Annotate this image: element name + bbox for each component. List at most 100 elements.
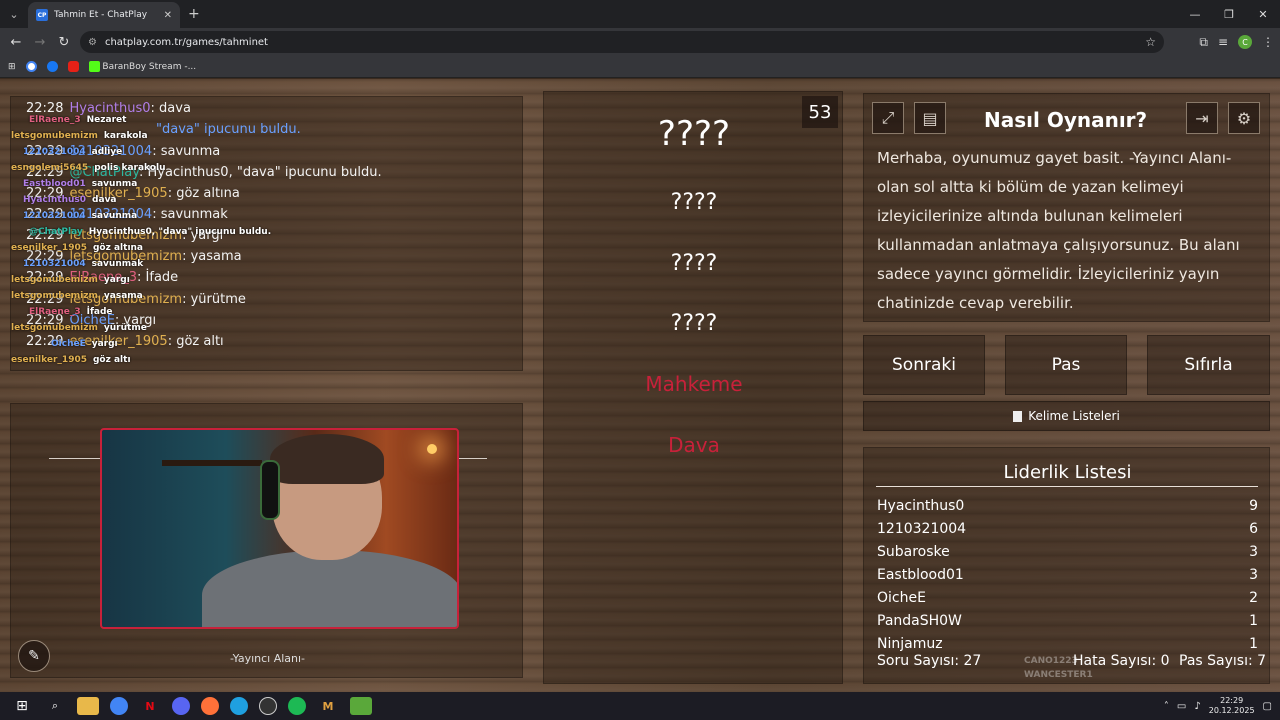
stream-chat-overlay-line: ElRaene_3 Nezaret [29,115,126,125]
media-icon[interactable]: ≡ [1218,35,1228,49]
extensions-icon[interactable]: ⧉ [1199,35,1208,50]
word-lists-button[interactable]: Kelime Listeleri [863,401,1270,431]
reload-icon[interactable]: ↻ [52,35,76,50]
player-name: 1210321004 [877,521,967,537]
chat-text: : Hyacinthus0, "dava" ipucunu buldu. [139,165,382,180]
kick-bookmark[interactable]: BaranBoy Stream -... [88,61,197,72]
cam-person-hair [270,434,384,484]
notes-icon[interactable]: ▤ [914,102,946,134]
overlay-username: letsgomubemizm [11,275,98,285]
firefox-icon[interactable] [201,697,219,715]
chat-panel: 22:28 Hyacinthus0: dava "dava" ipucunu bul… [10,96,523,371]
spotify-icon[interactable] [288,697,306,715]
stream-chat-overlay-line: esenilker_1905 göz altı [11,355,131,365]
chat-text: : savunmak [152,207,228,222]
obs-icon[interactable] [259,697,277,715]
follower-overlay-text: WANCESTER1 [1024,670,1093,680]
edge-icon[interactable] [230,697,248,715]
overlay-username: letsgomubemizm [11,323,98,333]
reset-button[interactable]: Sıfırla [1147,335,1270,395]
fullscreen-icon[interactable]: ⤢ [872,102,904,134]
app-icon[interactable]: M [317,697,339,715]
how-to-play-title: Nasıl Oynanır? [984,108,1148,132]
overlay-text: İfade [86,307,113,317]
system-tray: ˄ ▭ ♪ 22:29 20.12.2025 ▢ [1164,692,1272,720]
bookmark-star-icon[interactable]: ☆ [1145,35,1156,49]
overlay-username: ElRaene_3 [29,115,81,125]
back-icon[interactable]: ← [4,35,28,50]
hidden-word: ???? [670,251,718,276]
revealed-word: Dava [668,433,720,457]
player-score: 6 [1249,521,1258,537]
file-explorer-icon[interactable] [77,697,99,715]
facebook-icon[interactable] [46,61,58,72]
bookmark-label: BaranBoy Stream -... [102,62,197,72]
stream-chat-overlay-line: OicheE yargı [51,339,118,349]
stream-chat-overlay-line: 1210321004 savunmak [23,259,143,269]
clock[interactable]: 22:29 20.12.2025 [1209,696,1255,716]
tab-search-icon[interactable]: ⌄ [0,0,28,28]
forward-icon[interactable]: → [28,35,52,50]
netflix-icon[interactable]: N [139,697,161,715]
leaderboard-title: Liderlik Listesi [1003,462,1132,483]
restore-icon[interactable]: ❐ [1212,0,1246,28]
overlay-username: ElRaene_3 [29,307,81,317]
close-window-icon[interactable]: ✕ [1246,0,1280,28]
overlay-username: esngolemi5645 [11,163,89,173]
youtube-icon[interactable] [67,61,79,72]
windows-taskbar: ⊞ ⌕ N M ˄ ▭ ♪ 22:29 20.12.2025 ▢ [0,692,1280,720]
player-name: Subaroske [877,544,950,560]
chrome-icon[interactable] [110,697,128,715]
apps-icon[interactable]: ⊞ [8,62,16,72]
leaderboard-row: Eastblood01 3 [877,567,1258,583]
next-button[interactable]: Sonraki [863,335,985,395]
overlay-username: Eastblood01 [23,179,86,189]
network-icon[interactable]: ▭ [1177,701,1186,712]
search-icon[interactable]: ⌕ [44,697,66,715]
chat-message: 22:28 Hyacinthus0: dava [26,101,191,116]
minimize-icon[interactable]: — [1178,0,1212,28]
overlay-username: @ChatPlay [29,227,83,237]
close-tab-icon[interactable]: ✕ [164,10,172,21]
url-text: chatplay.com.tr/games/tahminet [104,36,268,48]
menu-icon[interactable]: ⋮ [1262,35,1274,49]
overlay-text: yargı [103,275,130,285]
site-info-icon[interactable]: ⚙ [88,37,97,48]
profile-avatar[interactable]: C [1238,35,1252,49]
overlay-text: göz altı [92,355,131,365]
how-to-play-panel: ⤢ ▤ Nasıl Oynanır? ⇥ ⚙ Merhaba, oyunumuz… [863,93,1270,322]
player-score: 3 [1249,544,1258,560]
webcam-feed [100,428,459,629]
windows-start-icon[interactable]: ⊞ [11,697,33,715]
browser-tab[interactable]: CP Tahmin Et - ChatPlay ✕ [28,2,180,28]
new-tab-icon[interactable]: + [188,6,200,22]
volume-icon[interactable]: ♪ [1194,701,1200,712]
chat-text: : yasama [182,249,242,264]
chat-text: : savunma [152,144,221,159]
overlay-username: letsgomubemizm [11,131,98,141]
player-name: Eastblood01 [877,567,964,583]
overlay-text: savunma [91,179,138,189]
pass-button[interactable]: Pas [1005,335,1127,395]
chat-username[interactable]: Hyacinthus0 [69,101,150,116]
exit-icon[interactable]: ⇥ [1186,102,1218,134]
stream-chat-overlay-line: letsgomubemizm karakola [11,131,148,141]
discord-icon[interactable] [172,697,190,715]
settings-gear-icon[interactable]: ⚙ [1228,102,1260,134]
stream-chat-overlay-line: Hyacinthus0 dava [23,195,117,205]
window-controls: — ❐ ✕ [1178,0,1280,28]
hidden-word: ???? [670,190,718,215]
leaderboard-panel: Liderlik Listesi Soru Sayısı: 27 Hata Sa… [863,447,1270,684]
minecraft-icon[interactable] [350,697,372,715]
clock-date: 20.12.2025 [1208,706,1255,715]
stream-chat-overlay-line: esenilker_1905 göz altına [11,243,143,253]
overlay-username: 1210321004 [23,211,86,221]
leaderboard-row: 1210321004 6 [877,521,1258,537]
google-icon[interactable] [25,61,37,72]
stream-chat-overlay-line: letsgomubemizm yasama [11,291,143,301]
notification-icon[interactable]: ▢ [1263,701,1272,712]
url-field[interactable]: ⚙ chatplay.com.tr/games/tahminet ☆ [80,31,1164,53]
tray-chevron-icon[interactable]: ˄ [1164,701,1169,712]
overlay-username: OicheE [51,339,86,349]
player-score: 9 [1249,498,1258,514]
